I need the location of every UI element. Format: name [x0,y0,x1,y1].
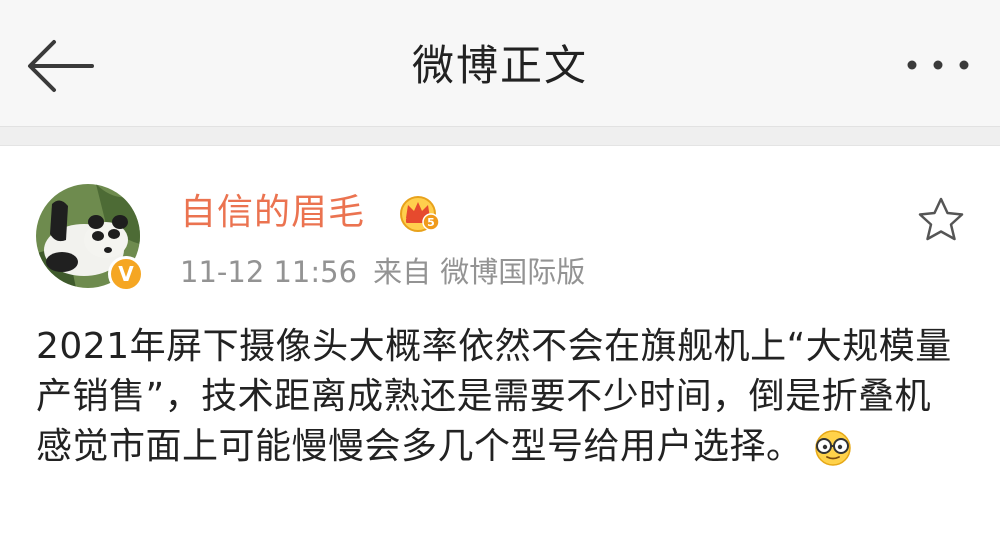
svg-text:5: 5 [427,216,435,229]
section-divider [0,127,1000,146]
favorite-button[interactable] [916,196,966,244]
post-content: 2021年屏下摄像头大概率依然不会在旗舰机上“大规模量产销售”，技术距离成熟还是… [36,322,966,472]
verified-v-icon: V [108,256,144,292]
more-dots-icon [907,60,969,70]
crown-level-5-icon: 5 [400,196,440,232]
star-outline-icon [918,197,964,241]
post-source[interactable]: 来自 微博国际版 [373,255,585,289]
author-avatar[interactable]: V [36,184,146,294]
author-name[interactable]: 自信的眉毛 [180,188,365,238]
post-time: 11-12 11:56 [180,255,358,289]
glasses-emoji-icon [814,430,851,466]
more-options-button[interactable] [900,50,976,80]
post-meta: 11-12 11:56 来自 微博国际版 [180,250,585,294]
page-title: 微博正文 [411,41,588,90]
weibo-post: V 自信的眉毛 5 11-12 11:56 来自 微博国际版 2021年屏下摄像头… [0,146,1000,559]
top-navigation-bar: 微博正文 [0,0,1000,127]
